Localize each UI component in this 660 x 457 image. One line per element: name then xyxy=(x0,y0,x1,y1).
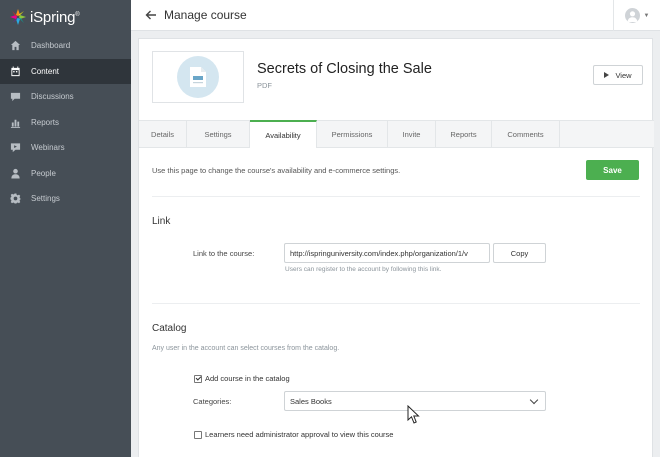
course-tabs: Details Settings Availability Permission… xyxy=(139,120,654,148)
course-title: Secrets of Closing the Sale xyxy=(257,61,432,77)
view-button[interactable]: View xyxy=(593,65,643,85)
tab-label: Settings xyxy=(204,130,232,139)
chevron-down-icon: ▼ xyxy=(643,12,650,19)
catalog-description: Any user in the account can select cours… xyxy=(152,345,340,352)
tab-details[interactable]: Details xyxy=(139,121,187,148)
chat-icon xyxy=(10,91,21,102)
logo-text: iSpring® xyxy=(30,8,80,26)
approval-checkbox[interactable] xyxy=(194,430,202,439)
sidebar-item-label: Content xyxy=(31,66,60,76)
link-section-title: Link xyxy=(152,216,171,227)
sidebar-item-settings[interactable]: Settings xyxy=(0,186,131,212)
webinar-icon xyxy=(10,142,21,153)
sidebar-item-dashboard[interactable]: Dashboard xyxy=(0,33,131,59)
tab-availability[interactable]: Availability xyxy=(250,120,317,148)
sidebar-item-people[interactable]: People xyxy=(0,161,131,187)
add-to-catalog-row: Add course in the catalog xyxy=(194,374,290,383)
divider xyxy=(152,196,640,197)
tab-label: Comments xyxy=(507,130,544,139)
sidebar-item-label: Discussions xyxy=(31,92,74,102)
availability-description: Use this page to change the course's ava… xyxy=(152,166,401,175)
page-title: Manage course xyxy=(164,8,247,22)
ispring-logo-icon xyxy=(9,8,27,26)
add-to-catalog-label: Add course in the catalog xyxy=(205,374,290,383)
copy-button[interactable]: Copy xyxy=(493,243,546,263)
course-link-field[interactable]: http://ispringuniversity.com/index.php/o… xyxy=(284,243,490,263)
tab-label: Reports xyxy=(450,130,477,139)
sidebar-item-label: Reports xyxy=(31,117,60,127)
calendar-icon xyxy=(10,66,21,77)
course-type: PDF xyxy=(257,81,272,90)
sidebar: iSpring® Dashboard Content Discussions R… xyxy=(0,0,131,457)
sidebar-item-label: Webinars xyxy=(31,143,65,153)
avatar-icon xyxy=(624,8,640,23)
tab-label: Permissions xyxy=(331,130,373,139)
tab-settings[interactable]: Settings xyxy=(187,121,250,148)
sidebar-item-discussions[interactable]: Discussions xyxy=(0,84,131,110)
tab-label: Details xyxy=(151,130,174,139)
bar-chart-icon xyxy=(10,117,21,128)
sidebar-item-label: People xyxy=(31,168,56,178)
catalog-section-title: Catalog xyxy=(152,323,187,334)
categories-value: Sales Books xyxy=(290,396,332,406)
course-header: Secrets of Closing the Sale PDF View xyxy=(139,39,654,119)
chevron-down-icon xyxy=(529,395,539,404)
tab-invite[interactable]: Invite xyxy=(388,121,436,148)
tab-label: Availability xyxy=(265,130,301,140)
link-hint: Users can register to the account by fol… xyxy=(285,266,442,273)
topbar: Manage course ▼ xyxy=(131,0,660,31)
approval-row: Learners need administrator approval to … xyxy=(194,430,393,439)
checkmark-icon xyxy=(195,374,201,381)
tab-reports[interactable]: Reports xyxy=(436,121,492,148)
sidebar-item-content[interactable]: Content xyxy=(0,58,131,84)
sidebar-item-reports[interactable]: Reports xyxy=(0,110,131,136)
tab-comments[interactable]: Comments xyxy=(492,121,560,148)
link-field-label: Link to the course: xyxy=(193,249,255,258)
divider xyxy=(152,303,640,304)
tab-permissions[interactable]: Permissions xyxy=(317,121,388,148)
course-thumbnail xyxy=(152,51,244,103)
approval-label: Learners need administrator approval to … xyxy=(205,430,394,439)
back-arrow-icon[interactable] xyxy=(144,8,158,22)
sidebar-item-webinars[interactable]: Webinars xyxy=(0,135,131,161)
document-icon xyxy=(177,56,219,98)
logo[interactable]: iSpring® xyxy=(9,7,80,27)
course-card: Secrets of Closing the Sale PDF View Det… xyxy=(138,38,654,457)
sidebar-item-label: Settings xyxy=(31,194,60,204)
tab-label: Invite xyxy=(402,130,421,139)
sidebar-item-label: Dashboard xyxy=(31,41,71,51)
gear-icon xyxy=(10,193,21,204)
home-icon xyxy=(10,40,21,51)
view-button-label: View xyxy=(615,70,632,80)
mouse-cursor-icon xyxy=(407,405,420,424)
save-button[interactable]: Save xyxy=(586,160,639,180)
person-icon xyxy=(10,168,21,179)
add-to-catalog-checkbox[interactable] xyxy=(194,374,202,383)
play-icon xyxy=(604,72,610,78)
categories-label: Categories: xyxy=(193,397,232,406)
sidebar-nav: Dashboard Content Discussions Reports We… xyxy=(0,33,131,212)
user-menu[interactable]: ▼ xyxy=(613,0,660,31)
